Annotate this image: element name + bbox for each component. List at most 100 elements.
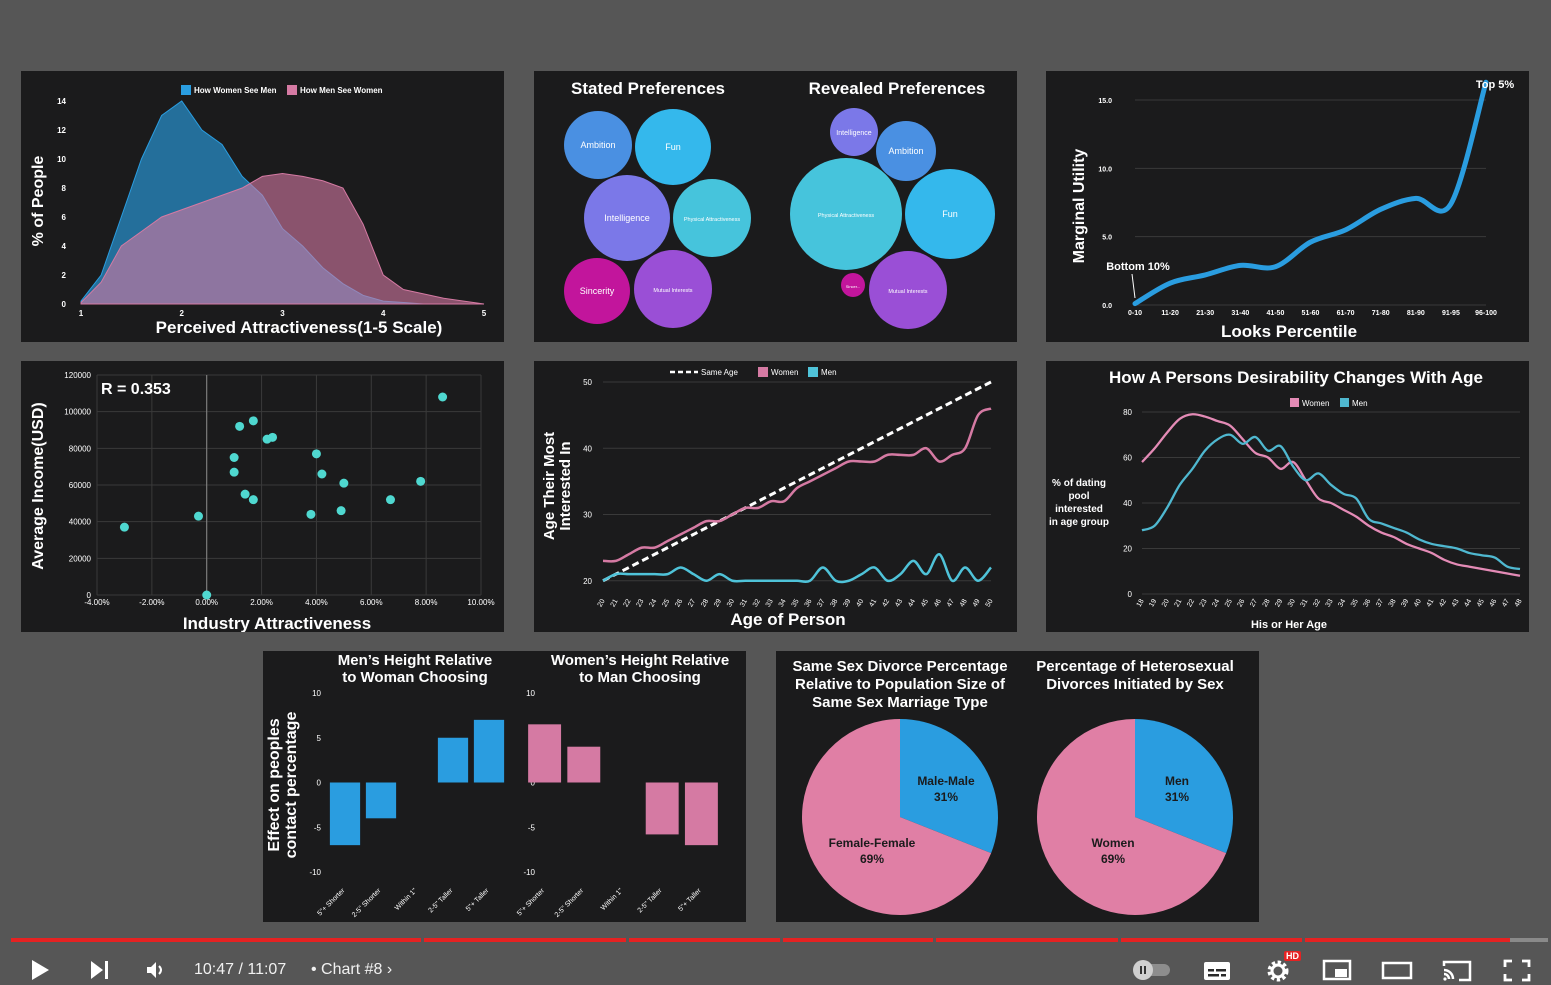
autoplay-toggle[interactable] bbox=[1130, 955, 1174, 985]
x-tick-label: Within 1" bbox=[394, 887, 419, 912]
cast-button[interactable] bbox=[1440, 955, 1474, 985]
bar bbox=[684, 782, 718, 846]
x-tick-label: 31-40 bbox=[1231, 310, 1249, 317]
settings-button[interactable]: HD bbox=[1262, 951, 1301, 985]
y-tick-label: 0 bbox=[317, 779, 322, 788]
chart-title-line: Same Sex Divorce Percentage bbox=[792, 658, 1007, 675]
x-tick-label: 91-95 bbox=[1442, 310, 1460, 317]
x-tick-label: -2.00% bbox=[139, 598, 164, 607]
chapter-marker bbox=[625, 938, 629, 942]
x-tick-label: 5"+ Shorter bbox=[516, 887, 546, 917]
x-tick-label: 1 bbox=[79, 309, 84, 318]
y-tick-label: 5.0 bbox=[1102, 235, 1112, 242]
scatter-point bbox=[202, 590, 212, 600]
x-tick-label: 81-90 bbox=[1407, 310, 1425, 317]
slice-value: 69% bbox=[1101, 852, 1125, 866]
x-tick-label: 10.00% bbox=[467, 598, 494, 607]
y-tick-label: 30 bbox=[583, 511, 592, 520]
scatter-point bbox=[268, 432, 278, 442]
x-tick-label: 51-60 bbox=[1302, 310, 1320, 317]
bar bbox=[437, 737, 469, 783]
divorce-chart-panel: Male-Male 31% Female-Female 69% Same Sex Div… bbox=[776, 651, 1259, 922]
y-axis-title-line2: contact percentage bbox=[283, 712, 300, 859]
play-button[interactable] bbox=[22, 955, 56, 985]
x-tick-label: 30 bbox=[726, 598, 736, 608]
age-preference-line-chart: 2030405020 21 22 23 24 25 26 27 28 29 30 31 32 33 34 35… bbox=[541, 367, 995, 629]
scatter-point bbox=[339, 478, 349, 488]
x-tick-label: 24 bbox=[648, 598, 658, 608]
y-tick-label: 12 bbox=[57, 126, 66, 135]
fullscreen-button[interactable] bbox=[1500, 955, 1534, 985]
bubble-label: Sincerity bbox=[580, 286, 615, 296]
bubble-label: Ambition bbox=[580, 140, 615, 150]
x-tick-label: 37 bbox=[817, 598, 827, 608]
height-bar-charts: 1050-5-105"+ Shorter 2-5" Shorter Within 1… bbox=[266, 652, 729, 919]
progress-bar[interactable] bbox=[11, 938, 1548, 942]
annotation-bottom: Bottom 10% bbox=[1106, 261, 1170, 273]
slice-value: 31% bbox=[1165, 790, 1189, 804]
cast-icon bbox=[1442, 960, 1472, 982]
x-axis-title: Perceived Attractiveness(1-5 Scale) bbox=[156, 318, 443, 337]
bubble-group-title: Stated Preferences bbox=[571, 79, 725, 98]
x-tick-label: 37 bbox=[1375, 598, 1385, 608]
x-tick-label: 21-30 bbox=[1196, 310, 1214, 317]
y-tick-label: 0 bbox=[62, 300, 67, 309]
y-tick-label: 6 bbox=[62, 213, 67, 222]
slice-label: Women bbox=[1091, 836, 1134, 850]
x-tick-label: 40 bbox=[855, 598, 865, 608]
attractiveness-area-chart: 024681012141 2 3 4 5How Women See Men How Men… bbox=[30, 85, 487, 337]
x-tick-label: 48 bbox=[1514, 598, 1524, 608]
x-tick-label: 2.00% bbox=[250, 598, 273, 607]
bar bbox=[365, 782, 397, 819]
x-tick-label: 36 bbox=[1363, 598, 1373, 608]
x-tick-label: 27 bbox=[687, 598, 697, 608]
x-tick-label: 21 bbox=[610, 598, 620, 608]
x-tick-label: 49 bbox=[972, 598, 982, 608]
x-tick-label: 45 bbox=[1476, 598, 1486, 608]
x-tick-label: 43 bbox=[894, 598, 904, 608]
legend-label: Women bbox=[771, 368, 798, 377]
chapter-title[interactable]: • Chart #8 › bbox=[311, 961, 392, 979]
x-tick-label: 41 bbox=[868, 598, 878, 608]
chapter-marker bbox=[421, 938, 425, 942]
x-tick-label: 44 bbox=[1463, 598, 1473, 608]
bar bbox=[528, 724, 562, 783]
subtitles-button[interactable] bbox=[1200, 955, 1234, 985]
scatter-point bbox=[416, 476, 426, 486]
x-tick-label: 20 bbox=[1161, 598, 1171, 608]
play-icon bbox=[32, 960, 49, 980]
y-axis-title-line: pool bbox=[1068, 491, 1089, 502]
x-tick-label: 5"+ Taller bbox=[465, 887, 491, 913]
x-tick-label: 28 bbox=[700, 598, 710, 608]
miniplayer-button[interactable] bbox=[1320, 955, 1354, 985]
legend-swatch bbox=[287, 85, 297, 95]
x-tick-label: 18 bbox=[1136, 598, 1146, 608]
chart-title-line2: to Man Choosing bbox=[579, 669, 701, 686]
x-tick-label: 35 bbox=[791, 598, 801, 608]
x-tick-label: 5"+ Shorter bbox=[316, 887, 346, 917]
mute-button[interactable] bbox=[139, 955, 173, 985]
y-tick-label: 5 bbox=[317, 734, 322, 743]
next-button[interactable] bbox=[82, 955, 116, 985]
chapter-marker bbox=[933, 938, 937, 942]
income-scatter-chart: 020000400006000080000100000120000-4.00% -… bbox=[30, 371, 495, 632]
time-display: 10:47 / 11:07 bbox=[194, 961, 287, 978]
x-tick-label: 23 bbox=[636, 598, 646, 608]
scatter-point bbox=[336, 506, 346, 516]
x-tick-label: 31 bbox=[739, 598, 749, 608]
theater-mode-button[interactable] bbox=[1380, 955, 1414, 985]
x-tick-label: 46 bbox=[1489, 598, 1499, 608]
y-tick-label: 20 bbox=[1123, 545, 1132, 554]
annotation-top: Top 5% bbox=[1476, 79, 1515, 91]
subtitles-icon bbox=[1204, 962, 1230, 980]
x-tick-label: 24 bbox=[1211, 598, 1221, 608]
fullscreen-icon bbox=[1503, 959, 1531, 982]
chart-title-line1: Women’s Height Relative bbox=[551, 652, 729, 669]
chapter-marker bbox=[779, 938, 783, 942]
y-tick-label: -10 bbox=[309, 868, 321, 877]
y-tick-label: 40 bbox=[583, 444, 592, 453]
x-tick-label: -4.00% bbox=[84, 598, 109, 607]
x-tick-label: 38 bbox=[830, 598, 840, 608]
desirability-line-chart: 02040608018 19 20 21 22 23 24 25 26 27 28 29 30 31 32 3… bbox=[1049, 368, 1524, 631]
x-tick-label: 28 bbox=[1262, 598, 1272, 608]
